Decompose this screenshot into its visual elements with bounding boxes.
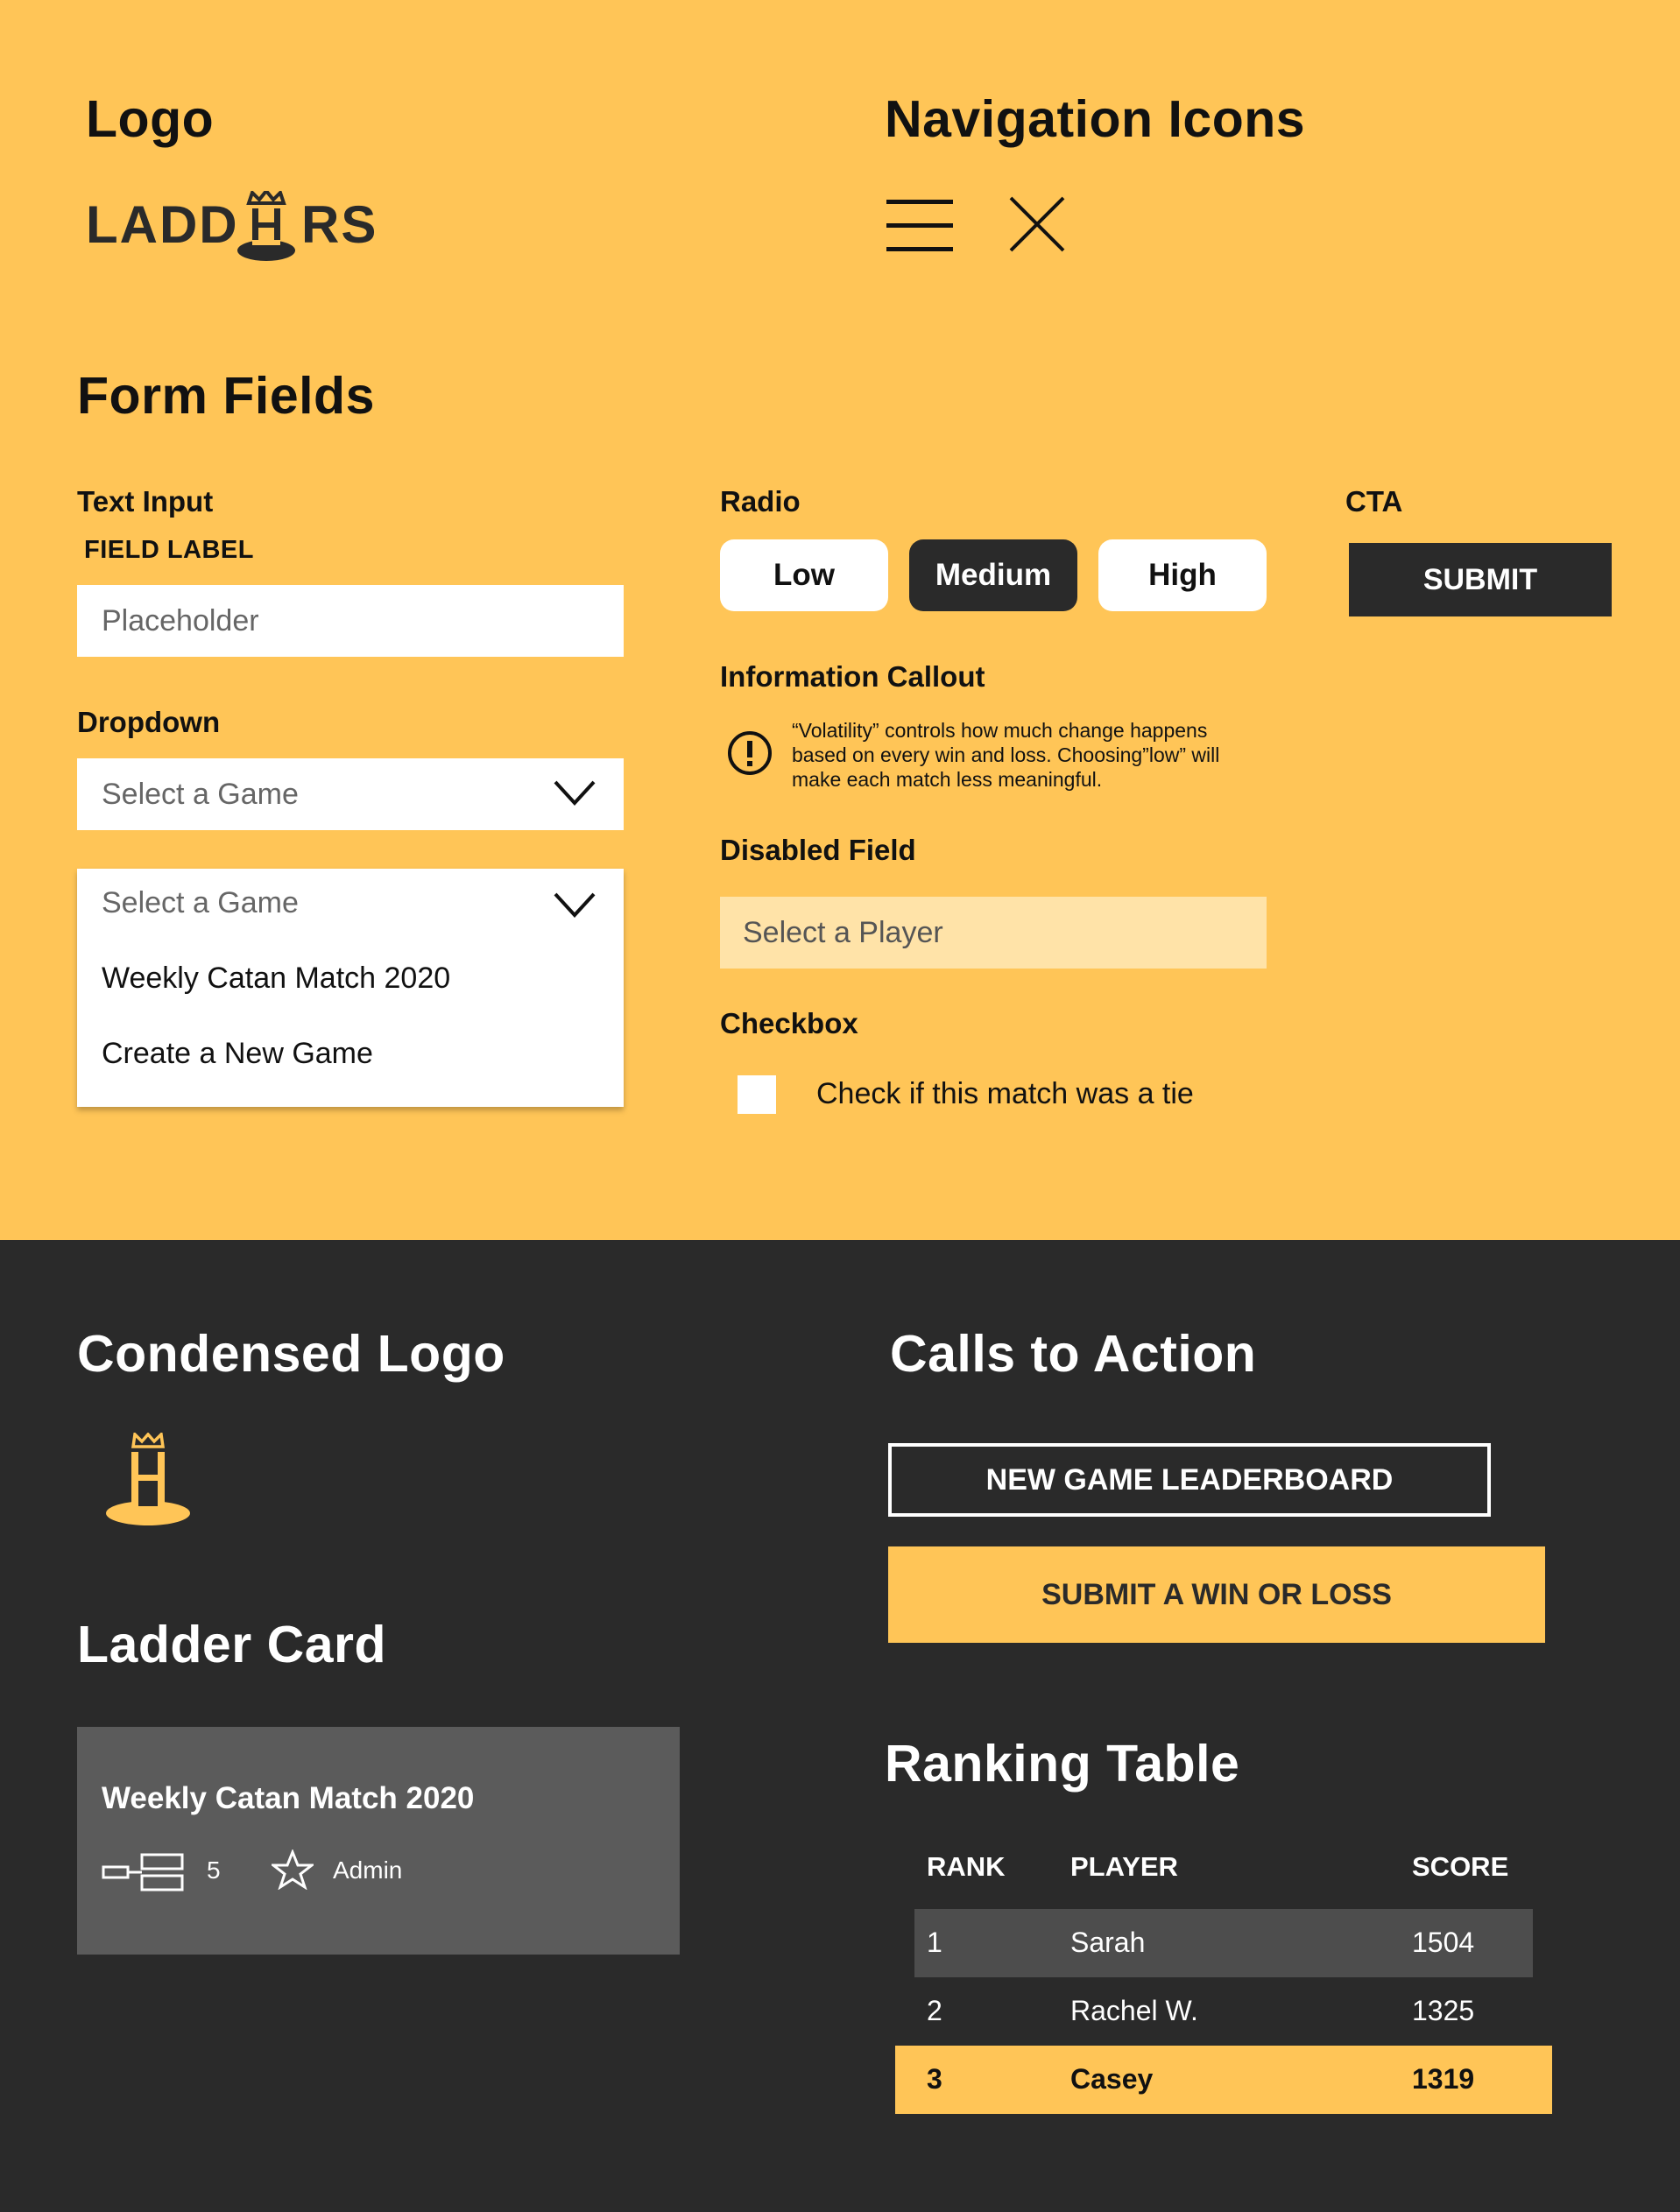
column-header-rank: RANK [927, 1851, 1006, 1882]
disabled-player-select: Select a Player [720, 897, 1267, 969]
new-game-leaderboard-button[interactable]: NEW GAME LEADERBOARD [888, 1443, 1491, 1517]
radio-option-low[interactable]: Low [720, 539, 888, 611]
dropdown-option[interactable]: Create a New Game [102, 1037, 373, 1071]
tie-checkbox[interactable] [738, 1075, 776, 1114]
checkbox-section-label: Checkbox [720, 1007, 858, 1039]
ladder-card-title: Weekly Catan Match 2020 [102, 1781, 475, 1815]
rank-cell: 1 [927, 1927, 942, 1958]
callout-line: based on every win and loss. Choosing”lo… [792, 743, 1220, 766]
ranking-table-heading: Ranking Table [885, 1735, 1240, 1793]
disabled-field-value: Select a Player [743, 915, 943, 949]
callout-line: “Volatility” controls how much change ha… [792, 719, 1208, 742]
player-cell: Rachel W. [1070, 1995, 1198, 2026]
star-icon [272, 1849, 314, 1890]
column-header-score: SCORE [1412, 1851, 1509, 1882]
text-input[interactable]: Placeholder [77, 585, 624, 657]
table-row[interactable]: 2 Rachel W. 1325 [914, 1977, 1533, 2046]
chevron-down-icon [554, 780, 596, 806]
chevron-down-icon[interactable] [554, 891, 596, 918]
radio-label: Radio [720, 485, 801, 518]
player-cell: Sarah [1070, 1927, 1146, 1958]
column-header-player: PLAYER [1070, 1851, 1178, 1882]
calls-to-action-heading: Calls to Action [890, 1325, 1257, 1383]
hamburger-menu-icon[interactable] [886, 198, 955, 254]
submit-button[interactable]: SUBMIT [1349, 543, 1612, 616]
field-label: FIELD LABEL [84, 536, 254, 564]
ranking-table: RANK PLAYER SCORE 1 Sarah 1504 2 Rachel … [885, 1848, 1568, 2119]
dropdown-option[interactable]: Weekly Catan Match 2020 [102, 962, 450, 996]
radio-option-high[interactable]: High [1098, 539, 1267, 611]
score-cell: 1325 [1412, 1995, 1475, 2026]
form-fields-heading: Form Fields [77, 367, 375, 425]
text-input-label: Text Input [77, 485, 214, 518]
ladder-crown-icon [106, 1433, 190, 1525]
ladders-logo: LADD RS [86, 191, 384, 263]
information-callout-label: Information Callout [720, 660, 985, 693]
logo-wordmark-right: RS [301, 195, 378, 254]
dropdown-selected-value: Select a Game [102, 777, 299, 811]
text-input-placeholder: Placeholder [102, 603, 259, 638]
ladder-card[interactable]: Weekly Catan Match 2020 5 Admin [77, 1727, 680, 1955]
dropdown-label: Dropdown [77, 706, 221, 738]
rank-cell: 2 [927, 1995, 942, 2026]
callout-line: make each match less meaningful. [792, 768, 1103, 791]
bracket-icon [102, 1853, 184, 1891]
cta-label: CTA [1345, 485, 1403, 518]
submit-win-loss-button[interactable]: SUBMIT A WIN OR LOSS [888, 1546, 1545, 1643]
table-row-highlighted[interactable]: 3 Casey 1319 [895, 2046, 1552, 2114]
role-label: Admin [333, 1856, 403, 1884]
bracket-count: 5 [207, 1856, 221, 1884]
table-row[interactable]: 1 Sarah 1504 [914, 1909, 1533, 1977]
dropdown-open-selected: Select a Game [102, 886, 299, 919]
ladder-crown-icon [237, 191, 295, 261]
score-cell: 1504 [1412, 1927, 1475, 1958]
player-cell: Casey [1070, 2063, 1154, 2095]
close-icon[interactable] [1009, 196, 1065, 252]
game-dropdown-open[interactable]: Select a Game Weekly Catan Match 2020 Cr… [77, 869, 624, 1107]
radio-option-medium[interactable]: Medium [909, 539, 1077, 611]
rank-cell: 3 [927, 2063, 942, 2095]
info-alert-icon [728, 731, 772, 775]
game-dropdown[interactable]: Select a Game [77, 758, 624, 830]
score-cell: 1319 [1412, 2063, 1475, 2095]
logo-heading: Logo [86, 90, 215, 148]
ladder-card-heading: Ladder Card [77, 1616, 387, 1673]
logo-wordmark-left: LADD [86, 195, 239, 254]
tie-checkbox-label: Check if this match was a tie [816, 1077, 1194, 1110]
navigation-icons-heading: Navigation Icons [885, 90, 1306, 148]
condensed-logo-heading: Condensed Logo [77, 1325, 505, 1383]
callout-text: “Volatility” controls how much change ha… [792, 718, 1219, 792]
disabled-field-label: Disabled Field [720, 834, 916, 866]
